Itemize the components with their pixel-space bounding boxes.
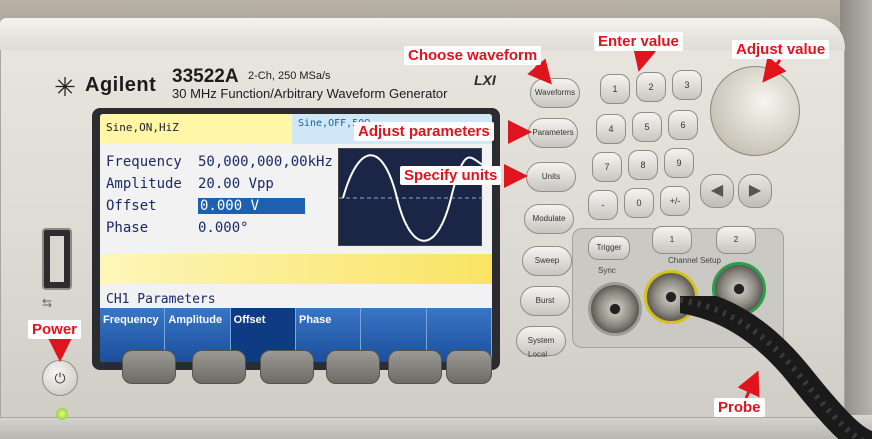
trigger-button[interactable]: Trigger [588, 236, 630, 260]
modulate-button[interactable]: Modulate [524, 204, 574, 234]
left-arrow-icon[interactable]: ◀ [700, 174, 734, 208]
waveforms-button[interactable]: Waveforms [530, 78, 580, 108]
channel-2-button[interactable]: 2 [716, 226, 756, 254]
channel-setup-label: Channel Setup [668, 256, 721, 265]
callout-adjust-parameters: Adjust parameters [354, 122, 494, 141]
param-row-amplitude: Amplitude 20.00 Vpp [106, 176, 274, 192]
callout-probe: Probe [714, 398, 765, 417]
parameters-button[interactable]: Parameters [528, 118, 578, 148]
hw-softkey-5[interactable] [388, 350, 442, 384]
model-description: 30 MHz Function/Arbitrary Waveform Gener… [172, 86, 448, 101]
param-row-offset: Offset 0.000 V [106, 198, 306, 214]
lxi-logo: LXI [474, 72, 496, 88]
callout-adjust-value: Adjust value [732, 40, 830, 59]
menu-title: CH1 Parameters [106, 292, 216, 307]
hw-softkey-4[interactable] [326, 350, 380, 384]
keypad-9[interactable]: 9 [664, 148, 694, 178]
local-label: Local [528, 350, 548, 359]
rotary-knob-icon[interactable] [710, 66, 800, 156]
param-row-phase: Phase 0.000° [106, 220, 249, 236]
keypad-6[interactable]: 6 [668, 110, 698, 140]
param-row-frequency: Frequency 50,000,000,00kHz [106, 154, 333, 170]
callout-power: Power [28, 320, 82, 339]
model-specs: 2-Ch, 250 MSa/s [248, 70, 331, 82]
param-value: 0.000° [198, 220, 249, 236]
hw-softkey-3[interactable] [260, 350, 314, 384]
param-label: Amplitude [106, 176, 182, 192]
param-value: 20.00 Vpp [198, 176, 274, 192]
waveform-preview [338, 148, 484, 246]
power-button[interactable]: ⏻ [42, 360, 78, 396]
channel-1-button[interactable]: 1 [652, 226, 692, 254]
agilent-spark-icon: ✳ [54, 72, 76, 102]
hw-softkey-6[interactable] [446, 350, 492, 384]
hw-softkey-2[interactable] [192, 350, 246, 384]
callout-choose-waveform: Choose waveform [404, 46, 542, 65]
power-led [56, 408, 68, 420]
model-number: 33522A [172, 66, 239, 87]
keypad-plus-minus[interactable]: +/- [660, 186, 690, 216]
sweep-button[interactable]: Sweep [522, 246, 572, 276]
callout-enter-value: Enter value [594, 32, 683, 51]
keypad-0[interactable]: 0 [624, 188, 654, 218]
sync-label: Sync [598, 266, 616, 275]
display-screen: Sine,ON,HiZ Sine,OFF,50Ω Frequency 50,000… [100, 114, 492, 362]
burst-button[interactable]: Burst [520, 286, 570, 316]
param-value-selected: 0.000 V [198, 198, 306, 214]
keypad-2[interactable]: 2 [636, 72, 666, 102]
channel-1-tab[interactable]: Sine,ON,HiZ [100, 114, 292, 144]
screen-highlight-band [100, 254, 492, 284]
callout-specify-units: Specify units [400, 166, 502, 185]
usb-icon: ⇆ [42, 296, 53, 310]
units-button[interactable]: Units [526, 162, 576, 192]
keypad-3[interactable]: 3 [672, 70, 702, 100]
right-arrow-icon[interactable]: ▶ [738, 174, 772, 208]
param-label: Phase [106, 220, 149, 236]
brand-name: Agilent [85, 74, 157, 96]
param-label: Frequency [106, 154, 182, 170]
keypad-minus[interactable]: - [588, 190, 618, 220]
keypad-1[interactable]: 1 [600, 74, 630, 104]
usb-port-contacts [50, 236, 64, 282]
probe-cable[interactable] [680, 296, 872, 439]
hw-softkey-1[interactable] [122, 350, 176, 384]
keypad-7[interactable]: 7 [592, 152, 622, 182]
keypad-8[interactable]: 8 [628, 150, 658, 180]
param-value: 50,000,000,00kHz [198, 154, 333, 170]
param-label: Offset [106, 198, 157, 214]
sync-bnc-connector[interactable] [588, 282, 642, 336]
keypad-5[interactable]: 5 [632, 112, 662, 142]
keypad-4[interactable]: 4 [596, 114, 626, 144]
sine-wave-graphic [339, 154, 484, 242]
power-icon: ⏻ [54, 370, 66, 386]
